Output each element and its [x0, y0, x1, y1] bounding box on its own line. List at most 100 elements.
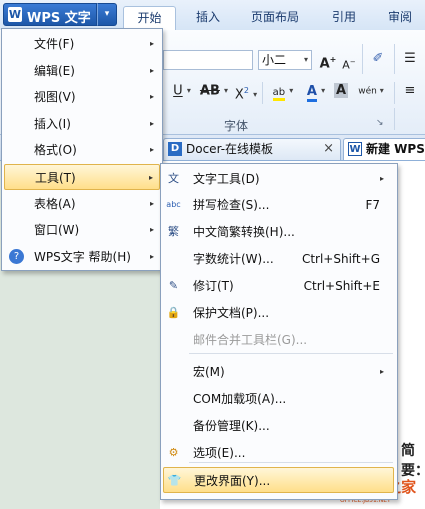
chevron-down-icon: ▾	[253, 89, 258, 99]
menu-item-label: 保护文档(P)...	[193, 306, 270, 320]
tools-menu-item[interactable]: 备份管理(K)...	[163, 413, 394, 439]
main-menu-item[interactable]: 表格(A) ▸	[4, 191, 160, 217]
submenu-arrow-icon: ▸	[149, 118, 154, 128]
help-icon: ?	[9, 248, 24, 264]
menu-item-label: 表格(A)	[34, 196, 76, 211]
menu-item-label: 字数统计(W)...	[193, 252, 274, 266]
submenu-arrow-icon: ▸	[149, 225, 154, 235]
clear-format-button[interactable]: ✐	[368, 48, 388, 70]
menu-item-label: 修订(T)	[193, 279, 234, 293]
font-color-button[interactable]: A ▾	[302, 80, 330, 102]
menu-item-label: 文件(F)	[34, 37, 75, 51]
tools-menu-item[interactable]: 繁 中文简繁转换(H)...	[163, 219, 394, 245]
shrink-font-button[interactable]: A−	[340, 51, 358, 73]
tools-menu-item[interactable]: 宏(M) ▸	[163, 359, 394, 385]
menu-item-label: 宏(M)	[193, 365, 225, 379]
tools-menu-item[interactable]: COM加载项(A)...	[163, 386, 394, 412]
tab-references[interactable]: 引用	[319, 6, 369, 30]
wps-main-menu: 文件(F) ▸ 编辑(E) ▸ 视图(V) ▸ 插入(I) ▸ 格式(O) ▸ 工具(T) ▸ 表格(A…	[1, 28, 163, 271]
menu-item-label: 中文简繁转换(H)...	[193, 225, 295, 239]
track-changes-icon: ✎	[168, 279, 179, 292]
doc-tab-docer[interactable]: D Docer-在线模板 ×	[163, 138, 341, 160]
dialog-launcher-icon[interactable]: ↘	[376, 118, 384, 128]
superscript-button[interactable]: X2 ▾	[232, 80, 260, 102]
shortcut-label: Ctrl+Shift+E	[303, 279, 380, 293]
font-color-icon: A	[306, 83, 317, 102]
char-shading-button[interactable]: A	[333, 80, 349, 102]
font-name-field[interactable]	[163, 50, 253, 70]
doc-tab-new-document[interactable]: W 新建 WPS	[343, 138, 425, 160]
menu-item-label: 更改界面(Y)...	[194, 474, 271, 488]
submenu-arrow-icon: ▸	[149, 92, 154, 102]
doc-tab-label: Docer-在线模板	[186, 142, 274, 156]
clear-format-icon: ✐	[372, 51, 384, 66]
grow-font-button[interactable]: A+	[318, 49, 338, 71]
strikethrough-button[interactable]: AB ▾	[198, 80, 230, 102]
tab-page-layout[interactable]: 页面布局	[243, 6, 307, 30]
main-menu-item[interactable]: 插入(I) ▸	[4, 111, 160, 137]
wps-document-icon: W	[348, 142, 362, 156]
submenu-arrow-icon: ▸	[149, 145, 154, 155]
main-menu-item[interactable]: 工具(T) ▸	[4, 164, 160, 190]
main-menu-item[interactable]: 文件(F) ▸	[4, 31, 160, 57]
tools-menu-item[interactable]: ⚙ 选项(E)...	[163, 440, 394, 466]
doc-tab-label: 新建 WPS	[366, 142, 425, 156]
char-shading-icon: A	[333, 83, 349, 98]
highlight-button[interactable]: ab ▾	[268, 80, 298, 102]
submenu-arrow-icon: ▸	[149, 39, 154, 48]
submenu-arrow-icon: ▸	[379, 367, 384, 376]
font-size-field[interactable]: 小二 ▾	[258, 50, 312, 70]
submenu-arrow-icon: ▸	[379, 174, 384, 183]
menu-item-label: 插入(I)	[34, 116, 71, 131]
tools-menu-item[interactable]: 文 文字工具(D) ▸	[163, 166, 394, 192]
main-menu-item[interactable]: 窗口(W) ▸	[4, 217, 160, 243]
app-menu-label: WPS 文字	[27, 11, 91, 26]
main-menu-item[interactable]: 格式(O) ▸	[4, 137, 160, 163]
tab-insert[interactable]: 插入	[184, 6, 232, 30]
phonetic-guide-button[interactable]: wén ▾	[354, 80, 388, 102]
main-menu-item[interactable]: 视图(V) ▸	[4, 84, 160, 110]
menu-item-label: 窗口(W)	[34, 223, 80, 238]
chevron-down-icon: ▾	[289, 86, 294, 95]
document-text: 简要：	[401, 443, 425, 479]
tab-home[interactable]: 开始	[123, 6, 176, 30]
highlighter-icon: ab	[272, 86, 286, 101]
menu-item-label: 文字工具(D)	[193, 172, 260, 186]
wps-app-menu-button[interactable]: W WPS 文字	[3, 3, 97, 26]
submenu-arrow-icon: ▸	[148, 173, 153, 182]
tools-menu-item: 邮件合并工具栏(G)...	[163, 327, 394, 353]
chevron-down-icon: ▾	[321, 86, 326, 95]
submenu-arrow-icon: ▸	[149, 251, 154, 261]
main-menu-item[interactable]: 编辑(E) ▸	[4, 58, 160, 84]
tools-submenu: 文 文字工具(D) ▸ abc 拼写检查(S)... F7 繁 中文简繁转换(H)... 字数统…	[160, 163, 398, 500]
bullet-list-icon: ☰	[404, 51, 416, 66]
skin-icon: 👕	[167, 474, 182, 487]
phonetic-icon: wén	[358, 86, 377, 97]
underline-button[interactable]: U ▾	[168, 80, 196, 102]
app-menu-dropdown-button[interactable]: ▾	[97, 3, 117, 26]
chevron-down-icon: ▾	[303, 55, 308, 64]
tools-menu-item[interactable]: 🔒 保护文档(P)...	[163, 300, 394, 326]
close-icon[interactable]: ×	[323, 139, 334, 159]
main-menu-item[interactable]: ? WPS文字 帮助(H) ▸	[4, 244, 160, 270]
tools-menu-item[interactable]: ✎ 修订(T) Ctrl+Shift+E	[163, 273, 394, 299]
tools-menu-item[interactable]: 👕 更改界面(Y)...	[163, 467, 394, 493]
separator	[394, 108, 395, 130]
tools-menu-item[interactable]: abc 拼写检查(S)... F7	[163, 192, 394, 218]
menu-item-label: WPS文字 帮助(H)	[34, 249, 131, 264]
chevron-down-icon: ▾	[186, 86, 191, 95]
menu-item-label: 备份管理(K)...	[193, 419, 270, 433]
gear-icon: ⚙	[168, 446, 179, 459]
bullets-button[interactable]: ☰	[400, 48, 420, 70]
font-size-value: 小二	[262, 53, 287, 67]
shortcut-label: Ctrl+Shift+G	[301, 252, 380, 266]
lock-icon: 🔒	[166, 306, 181, 319]
superscript-mark: 2	[243, 86, 249, 95]
docer-icon: D	[168, 142, 182, 156]
tools-menu-item[interactable]: 字数统计(W)... Ctrl+Shift+G	[163, 246, 394, 272]
tab-review[interactable]: 审阅	[377, 6, 423, 30]
chevron-down-icon: ▾	[379, 86, 384, 95]
menu-item-label: 邮件合并工具栏(G)...	[193, 333, 308, 347]
strikethrough-icon: AB	[199, 83, 220, 99]
align-left-button[interactable]: ≡	[400, 80, 420, 102]
